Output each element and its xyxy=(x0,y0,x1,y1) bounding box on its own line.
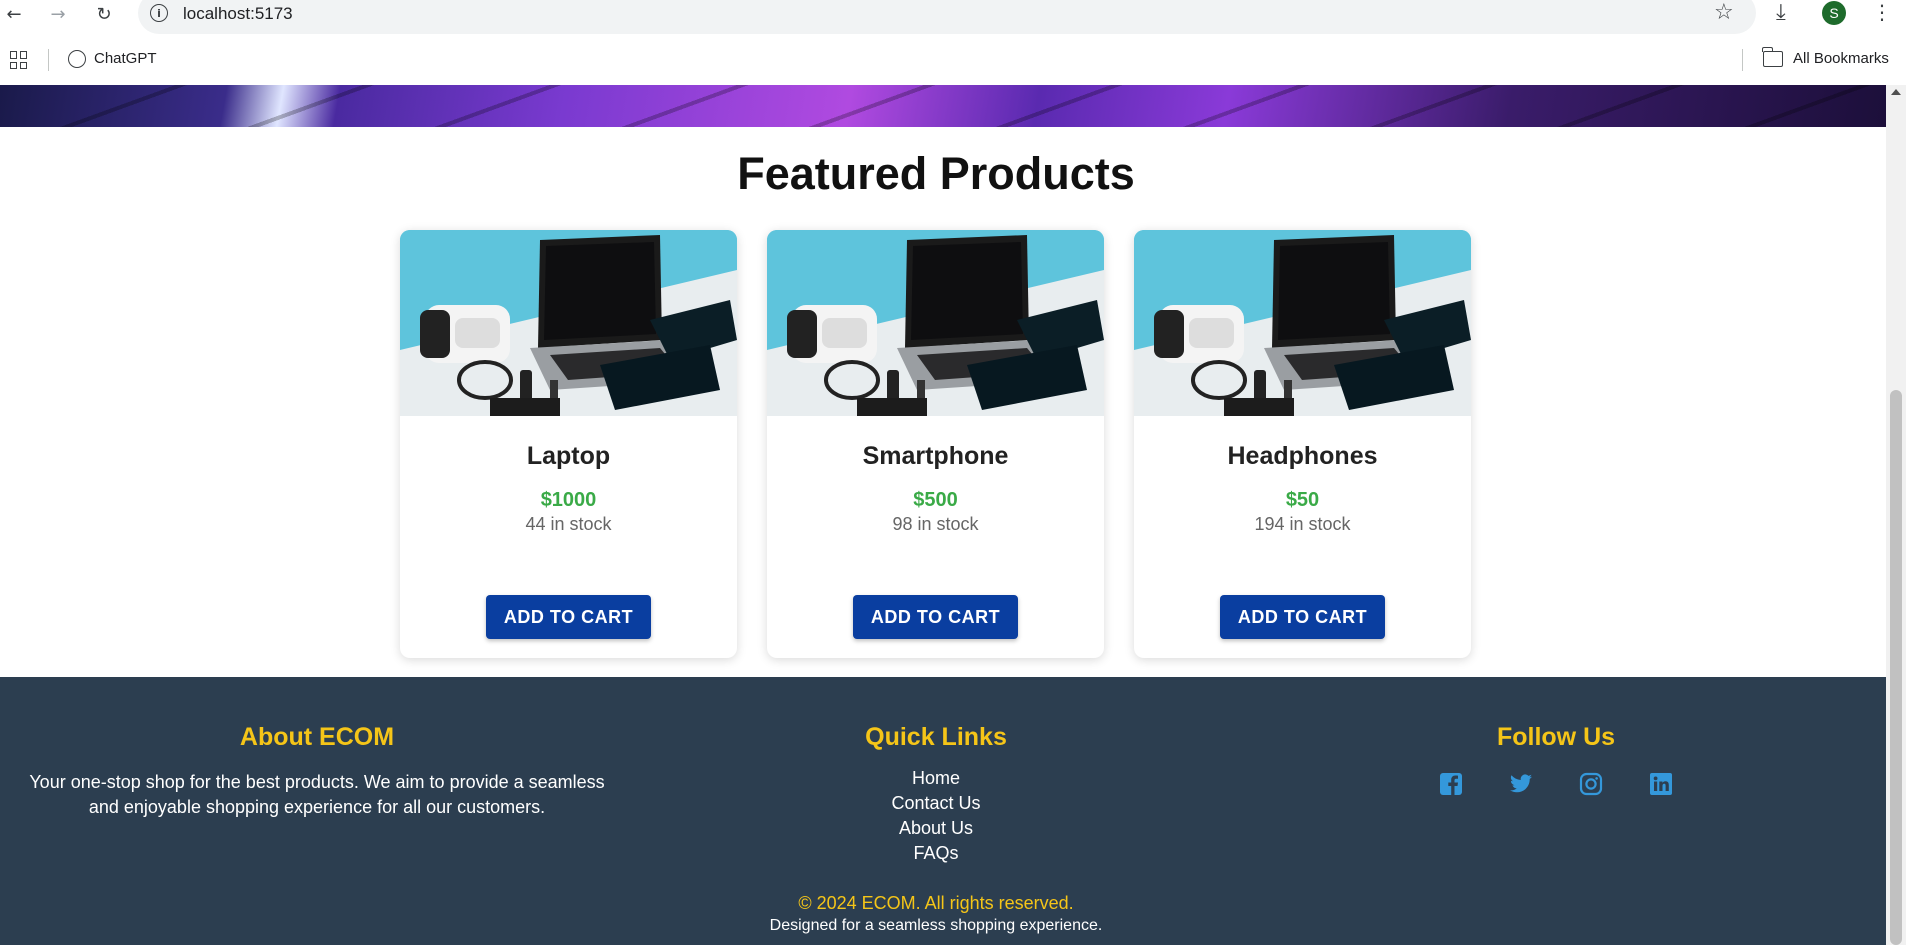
back-icon[interactable]: ← xyxy=(2,2,26,26)
facebook-icon[interactable] xyxy=(1439,772,1463,796)
footer-link-about-us[interactable]: About Us xyxy=(836,816,1036,841)
linkedin-icon[interactable] xyxy=(1649,772,1673,796)
footer-about-heading: About ECOM xyxy=(239,723,395,751)
add-to-cart-button[interactable]: ADD TO CART xyxy=(1220,595,1385,639)
quick-links-list: Home Contact Us About Us FAQs xyxy=(836,766,1036,866)
add-to-cart-button[interactable]: ADD TO CART xyxy=(486,595,651,639)
browser-menu-icon[interactable]: ⋮ xyxy=(1872,0,1892,24)
url-text[interactable]: localhost:5173 xyxy=(183,4,293,24)
footer-quick-links-section: Quick Links Home Contact Us About Us FAQ… xyxy=(836,677,1036,866)
hero-banner-image xyxy=(0,85,1886,127)
product-stock: 44 in stock xyxy=(525,514,612,534)
product-image xyxy=(400,230,737,416)
scroll-up-arrow-icon[interactable] xyxy=(1891,89,1901,95)
product-price: $500 xyxy=(913,489,958,511)
page-scrollbar[interactable] xyxy=(1886,85,1906,945)
browser-toolbar: ← → ↻ i localhost:5173 ☆ ⤓ S ⋮ xyxy=(0,0,1906,35)
product-name: Laptop xyxy=(526,442,611,470)
footer-follow-heading: Follow Us xyxy=(1496,723,1616,751)
page-viewport: Featured Products Laptop $1000 44 in sto… xyxy=(0,85,1886,945)
footer-follow-section: Follow Us xyxy=(1406,677,1706,796)
folder-icon[interactable] xyxy=(1762,47,1783,67)
product-name: Headphones xyxy=(1227,442,1378,470)
footer-about-text: Your one-stop shop for the best products… xyxy=(29,772,605,817)
product-card: Smartphone $500 98 in stock ADD TO CART xyxy=(767,230,1104,658)
footer-copyright: © 2024 ECOM. All rights reserved. xyxy=(798,893,1074,913)
scrollbar-thumb[interactable] xyxy=(1890,390,1902,945)
product-image xyxy=(1134,230,1471,416)
chatgpt-icon[interactable] xyxy=(68,50,86,68)
footer-link-contact-us[interactable]: Contact Us xyxy=(836,791,1036,816)
site-info-icon[interactable]: i xyxy=(150,4,168,22)
bookmarks-divider xyxy=(48,49,49,71)
site-footer: About ECOM Your one-stop shop for the be… xyxy=(0,677,1886,945)
bookmarks-divider xyxy=(1742,49,1743,71)
product-image-graphic xyxy=(1134,230,1471,416)
footer-quick-links-heading: Quick Links xyxy=(865,723,1007,751)
product-price: $50 xyxy=(1285,489,1320,511)
reload-icon[interactable]: ↻ xyxy=(92,2,116,26)
product-image-graphic xyxy=(767,230,1104,416)
product-stock: 194 in stock xyxy=(1254,514,1351,534)
featured-products-title: Featured Products xyxy=(737,148,1135,199)
address-bar[interactable] xyxy=(138,0,1756,34)
download-icon[interactable]: ⤓ xyxy=(1776,0,1786,25)
instagram-icon[interactable] xyxy=(1579,772,1603,796)
apps-grid-icon[interactable] xyxy=(10,51,28,69)
product-image xyxy=(767,230,1104,416)
product-stock: 98 in stock xyxy=(892,514,979,534)
product-price: $1000 xyxy=(540,489,597,511)
product-card: Headphones $50 194 in stock ADD TO CART xyxy=(1134,230,1471,658)
all-bookmarks-link[interactable]: All Bookmarks xyxy=(1793,50,1889,67)
footer-link-faqs[interactable]: FAQs xyxy=(836,841,1036,866)
footer-about-section: About ECOM Your one-stop shop for the be… xyxy=(22,677,612,820)
forward-icon[interactable]: → xyxy=(46,2,70,26)
footer-link-home[interactable]: Home xyxy=(836,766,1036,791)
product-card: Laptop $1000 44 in stock ADD TO CART xyxy=(400,230,737,658)
social-icons xyxy=(1406,772,1706,796)
bookmarks-bar: ChatGPT All Bookmarks xyxy=(0,35,1906,85)
add-to-cart-button[interactable]: ADD TO CART xyxy=(853,595,1018,639)
product-name: Smartphone xyxy=(862,442,1009,470)
twitter-icon[interactable] xyxy=(1509,772,1533,796)
footer-tagline: Designed for a seamless shopping experie… xyxy=(769,917,1103,934)
product-image-graphic xyxy=(400,230,737,416)
bookmark-chatgpt[interactable]: ChatGPT xyxy=(94,50,157,67)
bookmark-star-icon[interactable]: ☆ xyxy=(1714,0,1734,25)
profile-avatar[interactable]: S xyxy=(1822,1,1846,25)
